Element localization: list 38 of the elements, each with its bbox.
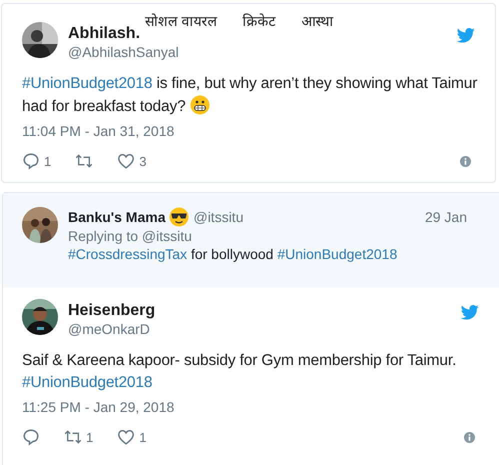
- hashtag-link[interactable]: #UnionBudget2018: [22, 374, 152, 391]
- hashtag-link[interactable]: #UnionBudget2018: [22, 75, 152, 92]
- author-handle[interactable]: @AbhilashSanyal: [68, 43, 447, 61]
- info-icon[interactable]: [460, 156, 471, 166]
- tweet-text: #UnionBudget2018 is fine, but why aren’t they showing what Taimur had for breakfast today?: [22, 74, 478, 117]
- bird-icon[interactable]: [457, 28, 475, 43]
- speech-bubble-icon: [22, 428, 40, 446]
- tweet-text: Saif & Kareena kapoor- subsidy for Gym membership for Taimur. #UnionBudget2018: [22, 351, 458, 393]
- timestamp[interactable]: 11:04 PM - Jan 31, 2018: [22, 123, 475, 139]
- heart-icon: [117, 152, 136, 170]
- author-handle[interactable]: @itssitu: [193, 208, 244, 226]
- hashtag-link[interactable]: #UnionBudget2018: [277, 246, 398, 262]
- retweet-button[interactable]: [75, 152, 94, 170]
- reply-button[interactable]: [22, 428, 40, 446]
- parent-tweet[interactable]: Banku's Mama @itssitu 29 Jan Replying to @itssitu #CrossdressingTax for bollywood #UnionBudget2018: [3, 193, 499, 287]
- timestamp[interactable]: 11:25 PM - Jan 29, 2018: [22, 399, 479, 415]
- speech-bubble-icon: [22, 152, 40, 170]
- like-button[interactable]: 3: [117, 152, 146, 170]
- reply-button[interactable]: 1: [22, 152, 52, 170]
- retweet-icon: [75, 152, 94, 170]
- nav-link[interactable]: क्रिकेट: [242, 11, 276, 30]
- sunglasses-emoji-icon: [169, 207, 190, 227]
- retweet-icon: [64, 428, 82, 446]
- nav-link[interactable]: आस्था: [301, 11, 334, 30]
- nav-link[interactable]: सोशल वायरल: [145, 11, 216, 30]
- retweet-button[interactable]: 1: [64, 428, 94, 446]
- author-handle[interactable]: @meOnkarD: [68, 320, 451, 338]
- replying-to-text: Replying to @itssitu: [68, 227, 193, 245]
- tweet-text: #CrossdressingTax for bollywood #UnionBudget2018: [68, 245, 398, 264]
- like-button[interactable]: 1: [117, 428, 146, 446]
- hashtag-link[interactable]: #CrossdressingTax: [68, 246, 188, 262]
- grimacing-emoji-icon: [190, 95, 210, 115]
- info-icon[interactable]: [464, 432, 475, 442]
- tweet-date[interactable]: 29 Jan: [424, 209, 467, 225]
- author-name[interactable]: Heisenberg: [68, 301, 451, 320]
- bird-icon[interactable]: [461, 305, 479, 320]
- author-name[interactable]: Banku's Mama: [68, 208, 166, 226]
- heart-icon: [117, 428, 136, 446]
